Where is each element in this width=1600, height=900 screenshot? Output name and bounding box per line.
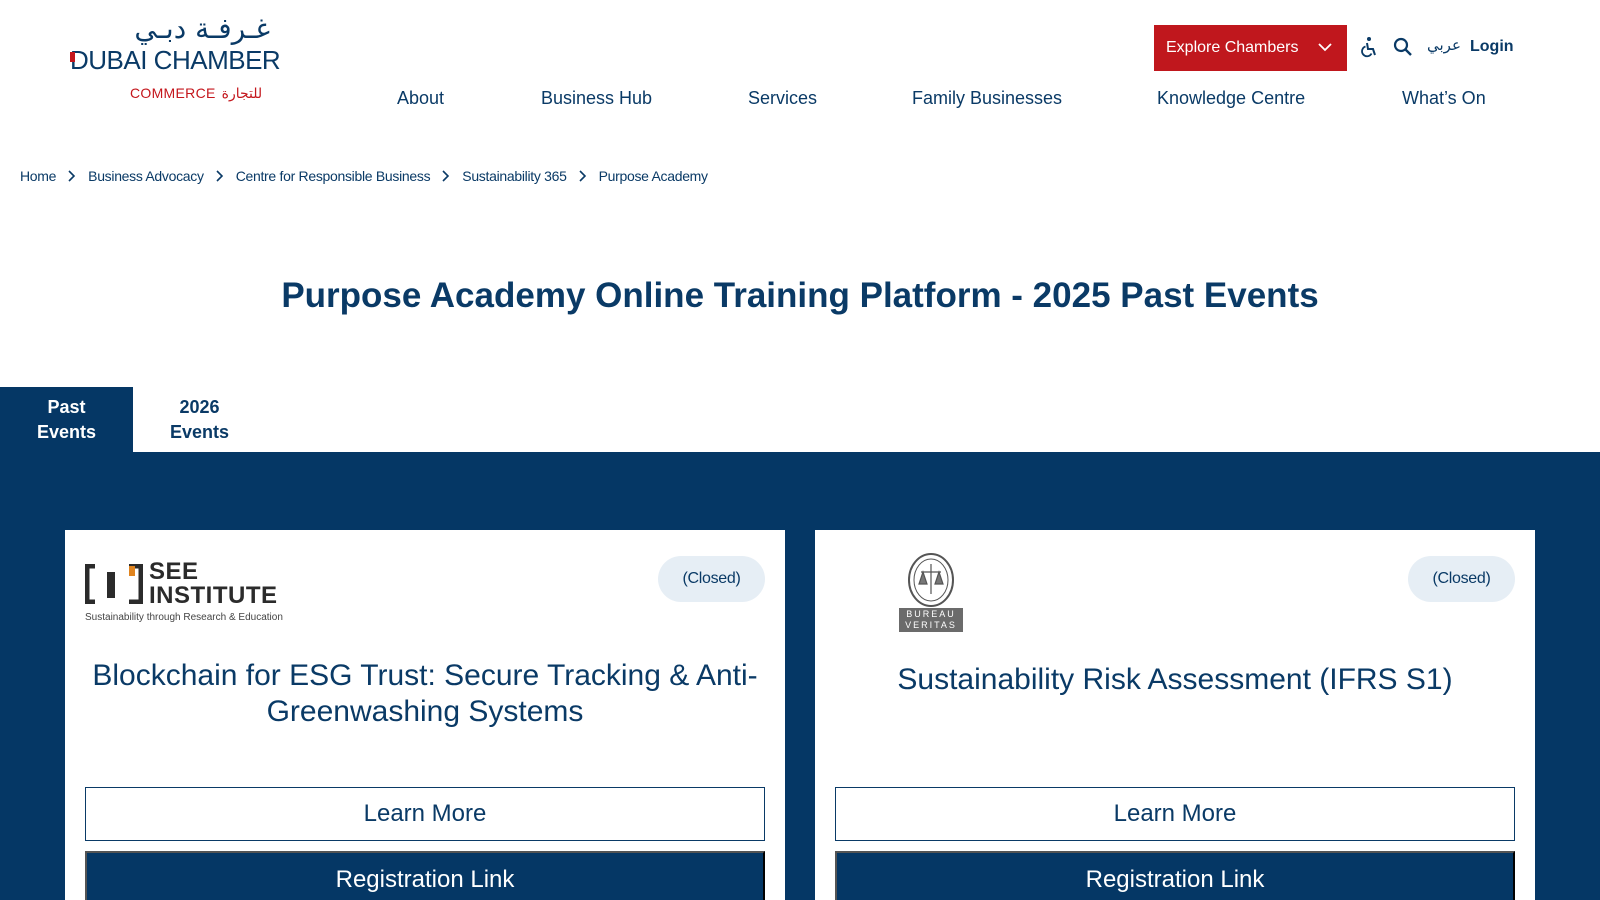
logo-english-text: DUBAI CHAMBER xyxy=(70,45,281,75)
chevron-right-icon xyxy=(216,170,223,182)
logo-arabic-text: غـرفـة دبـي xyxy=(134,12,270,45)
event-title: Blockchain for ESG Trust: Secure Trackin… xyxy=(92,659,758,728)
nav-item-whats-on[interactable]: What’s On xyxy=(1402,88,1486,109)
event-card: BUREAU VERITAS (Closed) Sustainability Ri… xyxy=(815,530,1535,900)
bv-line2: VERITAS xyxy=(905,620,957,630)
tab-past-events-line1: Past xyxy=(47,396,86,417)
tab-2026-events-line1: 2026 xyxy=(179,396,220,417)
arabic-language-link[interactable]: عربي xyxy=(1427,36,1461,54)
see-institute-name: SEE INSTITUTE xyxy=(149,560,278,608)
accessibility-icon[interactable] xyxy=(1358,36,1380,58)
login-link[interactable]: Login xyxy=(1470,38,1514,56)
logo-accent-mark xyxy=(70,52,75,62)
search-icon[interactable] xyxy=(1392,36,1414,58)
nav-item-about[interactable]: About xyxy=(397,88,444,109)
see-institute-tagline: Sustainability through Research & Educat… xyxy=(85,612,283,623)
see-logo-line2: INSTITUTE xyxy=(149,582,278,609)
breadcrumb-business-advocacy[interactable]: Business Advocacy xyxy=(88,168,204,184)
nav-item-services[interactable]: Services xyxy=(748,88,817,109)
nav-item-business-hub[interactable]: Business Hub xyxy=(541,88,652,109)
page-title: Purpose Academy Online Training Platform… xyxy=(281,276,1319,315)
event-card: SEE INSTITUTE Sustainability through Rese… xyxy=(65,530,785,900)
status-badge: (Closed) xyxy=(658,556,765,602)
tab-past-events[interactable]: Past Events xyxy=(0,387,133,452)
tab-2026-events[interactable]: 2026 Events xyxy=(133,387,266,452)
see-institute-bracket-icon xyxy=(85,564,143,604)
tab-past-events-line2: Events xyxy=(36,421,97,442)
status-badge: (Closed) xyxy=(1408,556,1515,602)
chevron-right-icon xyxy=(68,170,76,182)
breadcrumb-sustainability-365[interactable]: Sustainability 365 xyxy=(462,168,567,184)
see-institute-logo: SEE INSTITUTE Sustainability through Rese… xyxy=(85,560,285,626)
chevron-down-icon xyxy=(1318,43,1332,52)
bv-line1: BUREAU xyxy=(906,609,956,619)
registration-link-button[interactable]: Registration Link xyxy=(835,851,1515,900)
bureau-veritas-wordmark: BUREAU VERITAS xyxy=(899,609,963,631)
main-navigation: About Business Hub Services Family Busin… xyxy=(0,88,1600,114)
breadcrumb: Home Business Advocacy Centre for Respon… xyxy=(20,168,708,184)
nav-item-family-businesses[interactable]: Family Businesses xyxy=(912,88,1062,109)
explore-chambers-label: Explore Chambers xyxy=(1166,39,1299,56)
chevron-right-icon xyxy=(442,170,450,182)
nav-item-knowledge-centre[interactable]: Knowledge Centre xyxy=(1157,88,1305,109)
event-tabs: Past Events 2026 Events xyxy=(0,387,266,452)
learn-more-button[interactable]: Learn More xyxy=(835,787,1515,841)
see-logo-line1: SEE xyxy=(149,558,199,585)
breadcrumb-home[interactable]: Home xyxy=(20,168,56,184)
breadcrumb-centre-responsible-business[interactable]: Centre for Responsible Business xyxy=(236,168,431,184)
breadcrumb-current-purpose-academy: Purpose Academy xyxy=(598,168,708,184)
registration-link-button[interactable]: Registration Link xyxy=(85,851,765,900)
explore-chambers-button[interactable]: Explore Chambers xyxy=(1154,25,1347,71)
chevron-right-icon xyxy=(579,170,586,182)
learn-more-button[interactable]: Learn More xyxy=(85,787,765,841)
event-title: Sustainability Risk Assessment (IFRS S1) xyxy=(897,663,1453,696)
tab-2026-events-line2: Events xyxy=(169,421,230,442)
